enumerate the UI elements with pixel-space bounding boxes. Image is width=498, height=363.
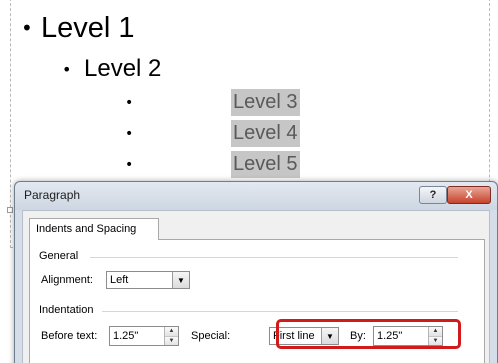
- help-button[interactable]: ?: [419, 186, 447, 204]
- close-button[interactable]: X: [447, 186, 491, 204]
- special-label: Special:: [191, 330, 231, 342]
- bullet-level-3[interactable]: • Level 3: [125, 87, 300, 118]
- bullet-text-selected: Level 5: [231, 151, 300, 178]
- bullet-level-2[interactable]: • Level 2: [62, 53, 161, 85]
- alignment-dropdown[interactable]: Left ▼: [106, 271, 190, 289]
- before-text-label: Before text:: [41, 330, 98, 342]
- callout-highlight-box: [276, 319, 461, 349]
- bullet-marker: •: [21, 16, 33, 40]
- general-group-heading: General: [39, 250, 79, 262]
- alignment-label: Alignment:: [41, 274, 93, 286]
- group-divider: [102, 311, 458, 312]
- chevron-down-icon[interactable]: ▼: [172, 272, 189, 288]
- group-divider: [90, 257, 458, 258]
- spinner-buttons: ▲ ▼: [164, 327, 178, 345]
- bullet-level-4[interactable]: • Level 4: [125, 118, 300, 149]
- dialog-title: Paragraph: [24, 188, 81, 202]
- bullet-marker: •: [125, 94, 134, 111]
- bullet-marker: •: [125, 156, 134, 173]
- bullet-marker: •: [62, 59, 72, 79]
- bullet-text: Level 2: [84, 55, 162, 82]
- resize-handle[interactable]: [7, 207, 13, 213]
- spin-down-icon[interactable]: ▼: [165, 336, 178, 345]
- before-text-spinner[interactable]: 1.25" ▲ ▼: [109, 326, 179, 346]
- tab-indents-and-spacing[interactable]: Indents and Spacing: [29, 218, 159, 240]
- dialog-titlebar[interactable]: Paragraph ? X: [15, 182, 497, 210]
- bullet-text-selected: Level 3: [231, 89, 300, 116]
- bullet-level-5[interactable]: • Level 5: [125, 149, 300, 180]
- bullet-level-1[interactable]: • Level 1: [21, 8, 135, 48]
- before-text-value: 1.25": [113, 330, 139, 342]
- indentation-group-heading: Indentation: [39, 304, 94, 316]
- bullet-text-selected: Level 4: [231, 120, 300, 147]
- spin-up-icon[interactable]: ▲: [165, 327, 178, 337]
- alignment-value: Left: [110, 274, 129, 286]
- bullet-marker: •: [125, 125, 134, 142]
- bullet-text: Level 1: [41, 11, 135, 44]
